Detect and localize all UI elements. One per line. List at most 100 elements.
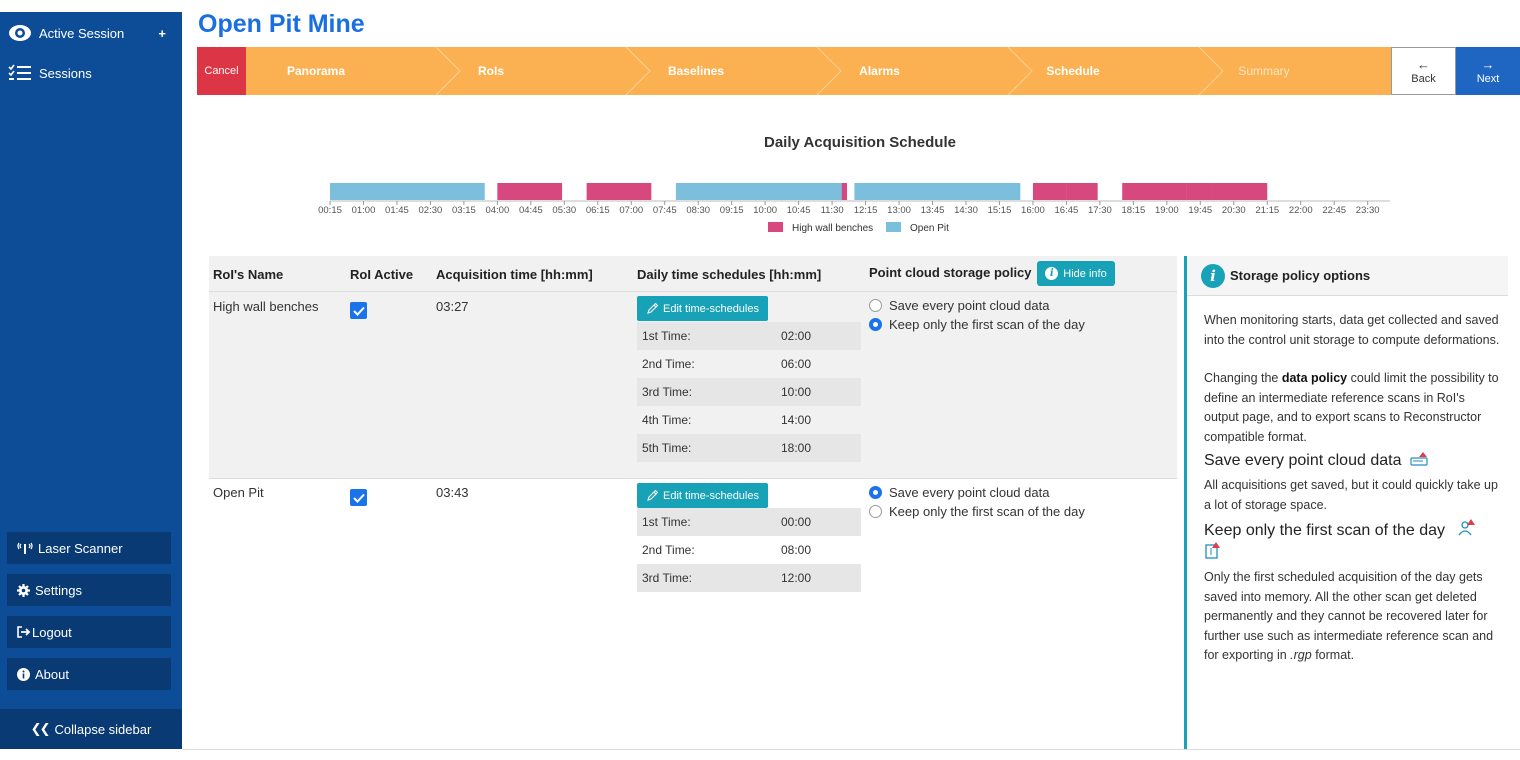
add-icon[interactable]: + [158,26,166,41]
policy-option-save-all[interactable]: Save every point cloud data [869,298,1049,313]
storage-policy-info-panel: i Storage policy options When monitoring… [1184,256,1508,750]
timeline-bar [675,183,842,200]
tick-label: 00:15 [318,205,342,216]
tick-label: 04:00 [485,205,509,216]
schedule-row: 1st Time: 02:00 [637,322,861,350]
tick-label: 15:15 [988,205,1012,216]
divider [182,749,1520,750]
roi-active-checkbox[interactable] [350,489,367,506]
back-label: Back [1411,72,1436,85]
logout-button[interactable]: Logout [7,616,171,648]
edit-time-schedules-label: Edit time-schedules [663,489,759,502]
policy-option-label: Keep only the first scan of the day [889,317,1085,332]
roi-active-checkbox[interactable] [350,302,367,319]
radio-button[interactable] [869,505,882,518]
edit-time-schedules-button[interactable]: Edit time-schedules [637,483,768,508]
storage-drive-icon [1410,451,1430,472]
info-paragraph: All acquisitions get saved, but it could… [1204,478,1498,512]
legend-swatch [768,222,783,232]
settings-label: Settings [35,582,82,598]
info-panel-title: Storage policy options [1230,268,1371,283]
tick-label: 01:00 [352,205,376,216]
sidebar-item-label: Sessions [39,65,92,81]
tick-label: 17:30 [1088,205,1112,216]
info-heading-save-all: Save every point cloud data [1204,451,1502,472]
tick-label: 11:30 [821,205,844,216]
next-button[interactable]: → Next [1456,47,1520,95]
wizard-step-rois[interactable]: RoIs [436,47,546,95]
policy-option-keep-first[interactable]: Keep only the first scan of the day [869,504,1085,519]
tick-label: 23:30 [1356,205,1380,216]
timeline-bar [1122,183,1187,200]
about-label: About [35,666,69,682]
user-alert-icon [1457,519,1477,542]
info-icon: i [1045,267,1059,280]
schedule-list: 1st Time: 02:00 2nd Time: 06:00 3rd Time: 1… [637,322,861,462]
tick-label: 16:45 [1055,205,1079,216]
radio-button-selected[interactable] [869,318,882,331]
col-header-acq-time: Acquisition time [hh:mm] [436,267,593,282]
eye-icon [7,24,33,42]
sidebar-item-active-session[interactable]: Active Session + [0,14,182,52]
back-button[interactable]: ← Back [1391,47,1456,95]
chart-title: Daily Acquisition Schedule [764,134,956,151]
timeline-bar [854,183,1021,200]
hide-info-button[interactable]: i Hide info [1037,261,1115,286]
policy-option-label: Save every point cloud data [889,298,1050,313]
hide-info-label: Hide info [1063,267,1107,280]
laser-scanner-label: Laser Scanner [38,540,123,556]
sidebar-item-sessions[interactable]: Sessions [0,54,182,92]
wizard-step-baselines[interactable]: Baselines [626,47,766,95]
info-panel-header: i Storage policy options [1187,256,1508,296]
wizard-step-panorama[interactable]: Panorama [246,47,386,95]
policy-option-save-all[interactable]: Save every point cloud data [869,485,1049,500]
settings-button[interactable]: Settings [7,574,171,606]
radio-button-selected[interactable] [869,486,882,499]
about-button[interactable]: About [7,658,171,690]
policy-option-keep-first[interactable]: Keep only the first scan of the day [869,317,1085,332]
antenna-icon [17,542,33,554]
pencil-icon [646,489,659,502]
page-title: Open Pit Mine [198,10,365,38]
info-paragraph: Changing the data policy could limit the… [1204,371,1499,444]
schedule-row: 3rd Time: 10:00 [637,378,861,406]
arrow-right-icon: → [1481,56,1495,72]
double-chevron-left-icon: ❮❮ [30,721,51,736]
document-alert-icon [1204,542,1224,564]
cancel-button[interactable]: Cancel [197,47,246,95]
timeline-bar [1066,183,1098,200]
legend-swatch [886,222,901,232]
sidebar-item-label: Active Session [39,25,125,41]
checklist-icon [7,64,33,82]
tick-label: 06:15 [586,205,610,216]
wizard-step-schedule[interactable]: Schedule [1008,47,1138,95]
info-icon [17,667,30,681]
wizard-step-alarms[interactable]: Alarms [817,47,942,95]
tick-label: 20:30 [1222,205,1246,216]
tick-label: 09:15 [720,205,744,216]
edit-time-schedules-button[interactable]: Edit time-schedules [637,296,768,321]
tick-label: 07:45 [653,205,677,216]
tick-label: 22:45 [1322,205,1346,216]
tick-label: 03:15 [452,205,476,216]
tick-label: 21:15 [1255,205,1279,216]
roi-name: High wall benches [213,299,319,314]
timeline-bar [1032,183,1067,200]
collapse-sidebar-button[interactable]: ❮❮ Collapse sidebar [0,709,182,749]
timeline-bar [497,183,563,200]
tick-label: 22:00 [1289,205,1313,216]
radio-button[interactable] [869,299,882,312]
tick-label: 19:00 [1155,205,1179,216]
row-divider [209,478,1177,479]
legend-label: High wall benches [792,223,873,234]
tick-label: 05:30 [552,205,576,216]
arrow-left-icon: ← [1417,56,1430,72]
col-header-name: RoI's Name [213,267,284,282]
schedule-row: 3rd Time: 12:00 [637,564,861,592]
tick-label: 10:00 [753,205,777,216]
col-header-active: RoI Active [350,267,414,282]
tick-label: 02:30 [419,205,443,216]
sidebar: Active Session + Sessions Laser Scanner … [0,12,182,749]
laser-scanner-button[interactable]: Laser Scanner [7,532,171,564]
timeline-bar [1186,183,1212,200]
